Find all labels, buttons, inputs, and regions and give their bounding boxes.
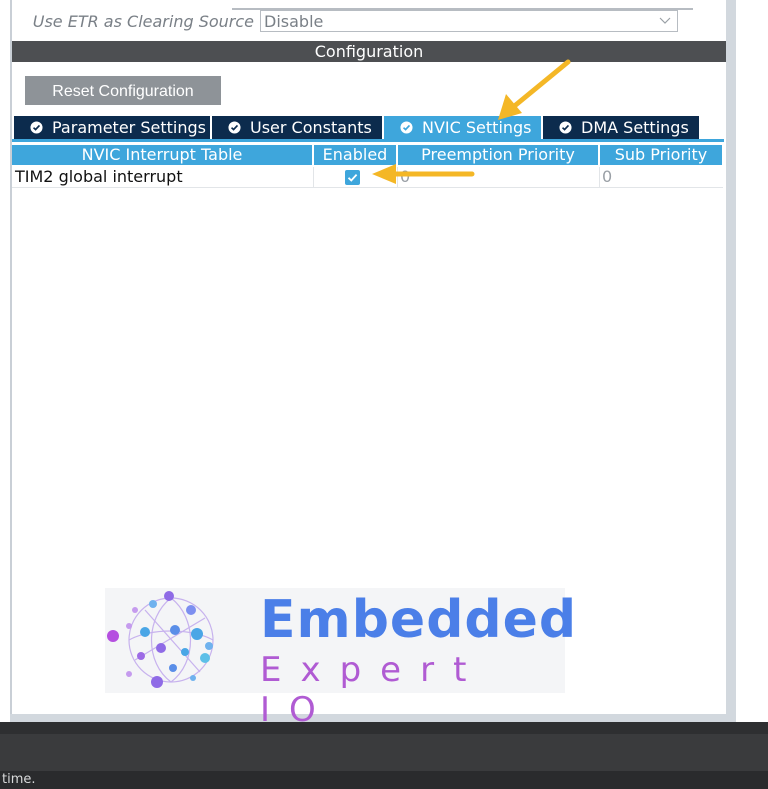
column-divider <box>313 167 314 187</box>
tab-underline <box>12 139 724 142</box>
check-circle-icon <box>400 121 413 134</box>
right-pane <box>736 0 768 722</box>
status-text: time. <box>2 772 36 787</box>
tab-user-constants[interactable]: User Constants <box>212 116 382 139</box>
annotation-arrow-icon <box>372 164 475 184</box>
enabled-checkbox[interactable] <box>345 170 360 185</box>
interrupt-name: TIM2 global interrupt <box>15 167 183 186</box>
column-header-interrupt[interactable]: NVIC Interrupt Table <box>12 145 312 165</box>
checkmark-icon <box>347 173 358 182</box>
left-gutter <box>0 0 10 722</box>
etr-clearing-source-select[interactable]: Disable <box>260 10 678 32</box>
panel-border-left <box>10 0 12 718</box>
tab-label: User Constants <box>250 118 372 137</box>
configuration-header: Configuration <box>12 41 726 62</box>
logo-text-embedded: Embedded <box>260 590 578 650</box>
reset-configuration-button[interactable]: Reset Configuration <box>25 76 221 105</box>
tab-parameter-settings[interactable]: Parameter Settings <box>14 116 210 139</box>
check-circle-icon <box>228 121 241 134</box>
status-bar: time. <box>0 771 768 789</box>
embedded-expert-io-logo: Embedded Expert IO <box>105 588 576 730</box>
etr-clearing-source-row: Use ETR as Clearing Source Disable <box>12 8 726 36</box>
column-header-sub-priority[interactable]: Sub Priority <box>600 145 722 165</box>
tab-label: Parameter Settings <box>52 118 206 137</box>
logo-text-expert-io: Expert IO <box>260 650 486 730</box>
annotation-arrow-icon <box>498 59 571 120</box>
bottom-toolbar-edge <box>0 722 768 734</box>
tab-label: DMA Settings <box>581 118 689 137</box>
panel-splitter[interactable] <box>726 0 736 722</box>
etr-clearing-source-value: Disable <box>264 12 324 31</box>
chevron-down-icon <box>659 17 671 24</box>
etr-clearing-source-label: Use ETR as Clearing Source <box>32 12 254 31</box>
column-divider <box>599 167 600 187</box>
sub-priority-value[interactable]: 0 <box>602 167 612 187</box>
check-circle-icon <box>30 121 43 134</box>
network-globe-icon <box>107 591 214 688</box>
